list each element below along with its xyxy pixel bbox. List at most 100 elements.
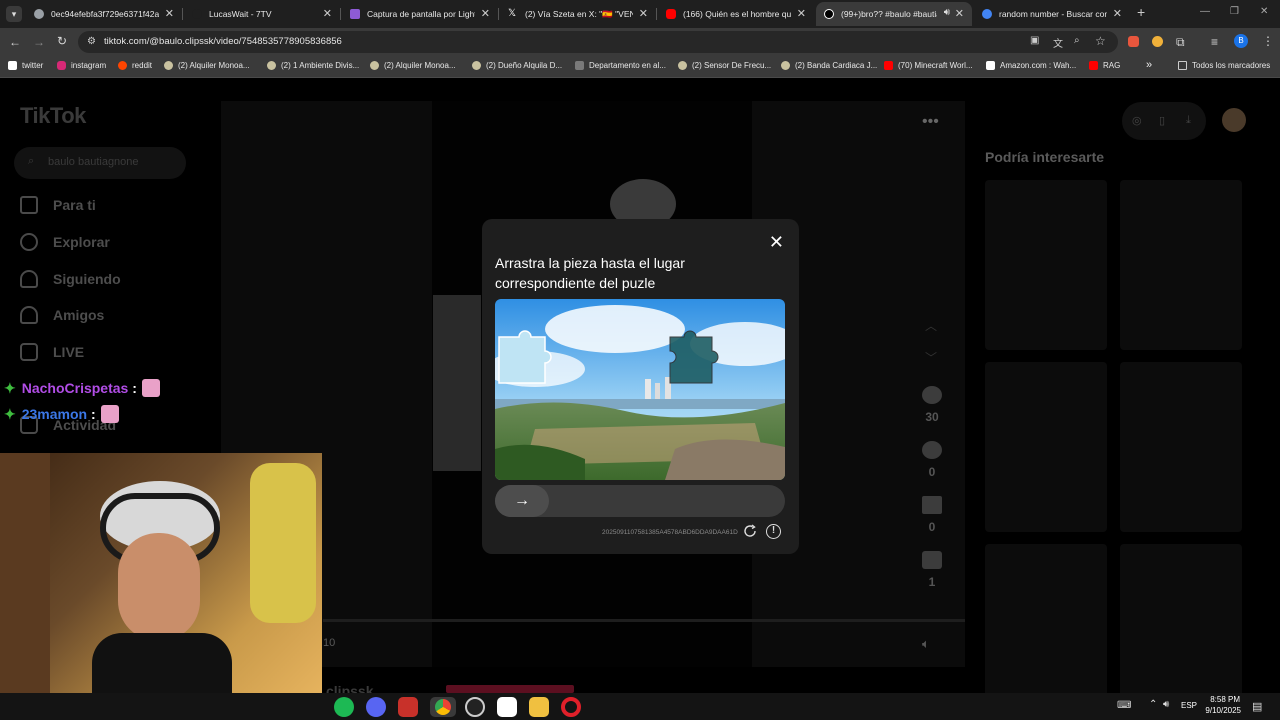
speaker-icon[interactable]: 🔊︎	[1163, 699, 1169, 710]
close-icon[interactable]: ✕	[769, 232, 784, 253]
address-bar[interactable]: ⚙ tiktok.com/@baulo.clipssk/video/754853…	[78, 31, 1118, 53]
bookmark-item[interactable]: (2) Dueño Alquila D...	[472, 61, 562, 70]
like-button[interactable]: 30	[918, 386, 946, 424]
close-window-icon[interactable]: ✕	[1260, 6, 1268, 17]
notifications-icon[interactable]: ▤	[1252, 700, 1262, 713]
chevron-up-icon[interactable]: ︿	[925, 317, 937, 334]
chevron-down-icon[interactable]: ﹀	[925, 349, 937, 366]
tab-0[interactable]: 0ec94efebfa3f729e6371f42a0b ✕	[26, 2, 182, 26]
input-language[interactable]: ESP	[1181, 701, 1197, 710]
slider-handle[interactable]: →	[495, 485, 549, 517]
bookmark-item[interactable]: (2) Alquiler Monoa...	[370, 61, 456, 70]
tab-4[interactable]: (166) Quién es el hombre que ✕	[658, 2, 814, 26]
download-icon[interactable]: ⤓	[1186, 114, 1191, 127]
bookmark-item[interactable]: (2) Banda Cardiaca J...	[781, 61, 877, 70]
captcha-slider[interactable]: →	[495, 485, 785, 517]
spotify-icon[interactable]	[334, 697, 354, 717]
compass-icon[interactable]: ◎	[1132, 114, 1142, 127]
keyboard-icon[interactable]: ⌨	[1117, 700, 1131, 711]
suggestion-card[interactable]	[1120, 180, 1242, 350]
tab-6[interactable]: random number - Buscar con G ✕	[974, 2, 1130, 26]
tab-3[interactable]: 𝕏 (2) Vía Szeta en X: "🇪🇸 "VENGO ✕	[500, 2, 656, 26]
install-app-icon[interactable]: ▣	[1030, 35, 1039, 46]
bookmark-item[interactable]: twitter	[8, 61, 43, 70]
app-icon[interactable]	[497, 697, 517, 717]
suggestion-card[interactable]	[985, 362, 1107, 532]
info-icon[interactable]: !	[766, 524, 781, 539]
close-tab-icon[interactable]: ✕	[1113, 7, 1122, 20]
more-options-icon[interactable]: •••	[922, 113, 939, 131]
minimize-icon[interactable]: —	[1200, 6, 1210, 17]
speaker-icon[interactable]: 🔊︎	[944, 7, 950, 18]
close-tab-icon[interactable]: ✕	[797, 7, 806, 20]
nav-item-live[interactable]: LIVE	[20, 343, 84, 361]
extension-icon[interactable]	[1128, 36, 1139, 47]
volume-icon[interactable]: 🔈︎	[922, 636, 930, 652]
puzzle-piece[interactable]	[498, 330, 552, 384]
tab-5-active[interactable]: (99+)bro?? #baulo #bautia 🔊︎ ✕	[816, 2, 972, 26]
close-tab-icon[interactable]: ✕	[639, 7, 648, 20]
bookmark-item[interactable]: RAG	[1089, 61, 1120, 70]
suggestion-card[interactable]	[1120, 362, 1242, 532]
voicemod-icon[interactable]	[398, 697, 418, 717]
nav-item-for-you[interactable]: Para ti	[20, 196, 96, 214]
close-tab-icon[interactable]: ✕	[323, 7, 332, 20]
tab-2[interactable]: Captura de pantalla por Lights ✕	[342, 2, 498, 26]
chrome-taskbar-button[interactable]	[430, 697, 456, 717]
menu-icon[interactable]: ⋮	[1262, 34, 1274, 48]
suggestion-card[interactable]	[985, 544, 1107, 693]
extension-icon[interactable]	[1152, 36, 1163, 47]
nav-item-explore[interactable]: Explorar	[20, 233, 110, 251]
folder-icon[interactable]	[529, 697, 549, 717]
site-info-icon[interactable]: ⚙	[87, 36, 96, 47]
more-bookmarks-icon[interactable]: »	[1146, 59, 1152, 71]
tab-search-button[interactable]: ▾	[6, 6, 22, 22]
follow-button[interactable]	[446, 685, 574, 693]
bookmark-item[interactable]: (2) Alquiler Monoa...	[164, 61, 250, 70]
clock-time[interactable]: 8:58 PM	[1208, 695, 1240, 704]
bookmark-item[interactable]: Departamento en al...	[575, 61, 666, 70]
close-tab-icon[interactable]: ✕	[165, 7, 174, 20]
profile-avatar[interactable]: B	[1234, 34, 1248, 48]
opera-icon[interactable]	[561, 697, 581, 717]
suggestion-card[interactable]	[985, 180, 1107, 350]
url-text[interactable]: tiktok.com/@baulo.clipssk/video/75485357…	[104, 36, 342, 47]
tab-1[interactable]: LucasWait - 7TV ✕	[184, 2, 340, 26]
tab-search-icon[interactable]: ≡	[1211, 35, 1218, 49]
tiktok-logo[interactable]: TikTok	[20, 103, 86, 129]
star-icon[interactable]: ☆	[1095, 34, 1106, 48]
bookmark-item[interactable]: (2) Sensor De Frecu...	[678, 61, 771, 70]
discord-icon[interactable]	[366, 697, 386, 717]
obs-icon[interactable]	[465, 697, 485, 717]
nav-item-friends[interactable]: Amigos	[20, 306, 104, 324]
nav-item-following[interactable]: Siguiendo	[20, 270, 121, 288]
suggestion-card[interactable]	[1120, 544, 1242, 693]
user-avatar[interactable]	[1222, 108, 1246, 132]
translate-icon[interactable]: 文	[1053, 35, 1063, 50]
forward-icon[interactable]: →	[33, 35, 45, 49]
zoom-icon[interactable]: ⌕	[1074, 35, 1080, 46]
search-input[interactable]: ⌕ baulo bautiagnone	[14, 147, 186, 179]
share-button[interactable]: 1	[918, 551, 946, 589]
reload-icon[interactable]: ↻	[57, 34, 67, 48]
bookmark-item[interactable]: instagram	[57, 61, 106, 70]
close-tab-icon[interactable]: ✕	[481, 7, 490, 20]
video-progress-bar[interactable]	[323, 619, 965, 622]
clock-date[interactable]: 9/10/2025	[1201, 706, 1241, 715]
bookmark-item[interactable]: (70) Minecraft Worl...	[884, 61, 973, 70]
phone-icon[interactable]: ▯	[1159, 114, 1165, 127]
video-author[interactable]: clipssk	[326, 683, 373, 693]
save-button[interactable]: 0	[918, 496, 946, 534]
back-icon[interactable]: ←	[9, 35, 21, 49]
refresh-icon[interactable]	[743, 524, 757, 538]
puzzle-extensions-icon[interactable]: ⧉	[1176, 35, 1185, 50]
restore-icon[interactable]: ❐	[1230, 6, 1239, 17]
chevron-up-icon[interactable]: ⌃	[1149, 699, 1157, 710]
close-tab-icon[interactable]: ✕	[955, 7, 964, 20]
new-tab-button[interactable]: +	[1137, 4, 1145, 20]
bookmark-item[interactable]: (2) 1 Ambiente Divis...	[267, 61, 359, 70]
bookmark-item[interactable]: Amazon.com : Wah...	[986, 61, 1076, 70]
comment-button[interactable]: 0	[918, 441, 946, 479]
bookmark-item[interactable]: reddit	[118, 61, 152, 70]
all-bookmarks-folder[interactable]: Todos los marcadores	[1178, 61, 1270, 70]
